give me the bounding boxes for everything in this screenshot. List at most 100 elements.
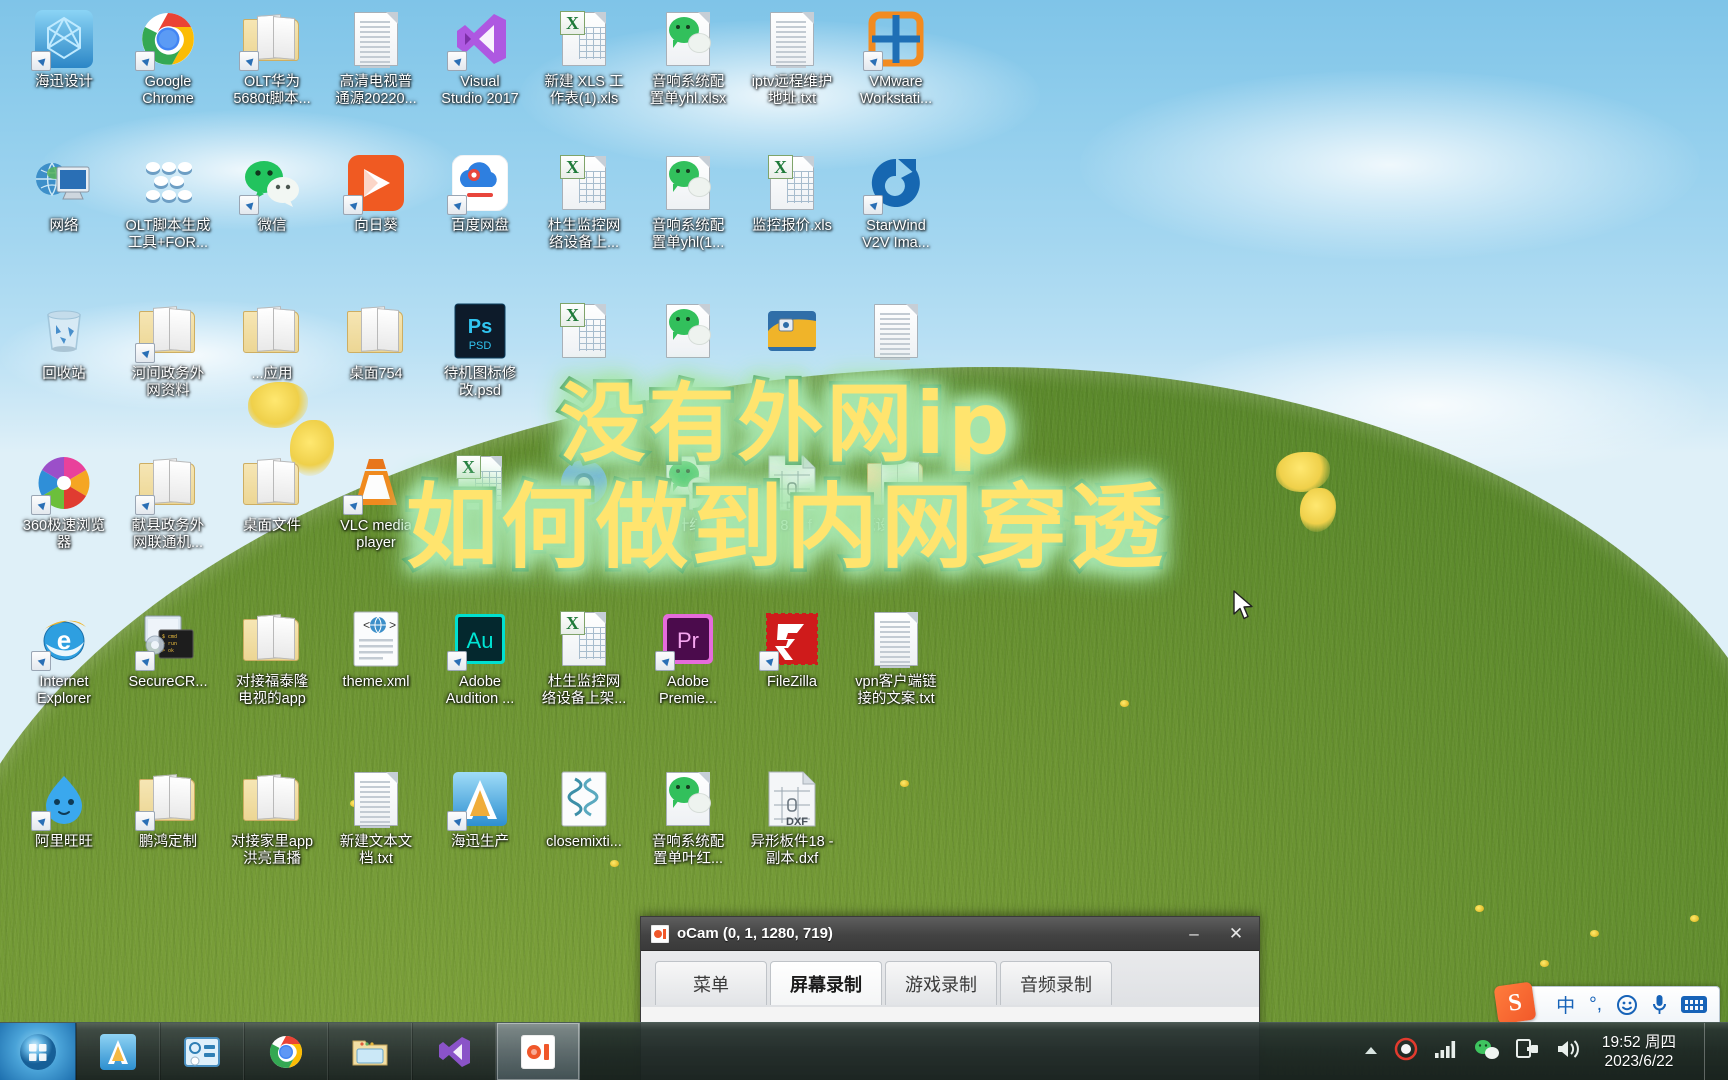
desktop-icon[interactable]: 概设备生...	[844, 452, 948, 535]
taskbar-clock[interactable]: 19:52 周四 2023/6/22	[1596, 1033, 1688, 1071]
desktop-icon[interactable]: X 杜生监控网 络设备上...	[532, 152, 636, 252]
desktop-icon-label: Google Chrome	[142, 74, 194, 107]
desktop-icon[interactable]: FileZilla	[740, 608, 844, 691]
sogou-ime-bar[interactable]: S 中 °,	[1493, 981, 1720, 1025]
ime-language-toggle[interactable]: 中	[1556, 991, 1575, 1018]
desktop-icon[interactable]	[636, 300, 740, 366]
desktop-icon-label: Adobe Premie...	[658, 674, 717, 707]
ocam-tab-bar[interactable]: 菜单 屏幕录制 游戏录制 音频录制	[641, 951, 1259, 1007]
ime-punctuation-toggle[interactable]: °,	[1589, 994, 1602, 1016]
close-button[interactable]: ✕	[1219, 922, 1253, 946]
desktop-icon[interactable]: vpn客户端链 接的文案.txt	[844, 608, 948, 708]
taskbar-ocam[interactable]	[496, 1023, 580, 1080]
doc-wechat-icon	[657, 768, 719, 830]
desktop-icon[interactable]: X 监控报价.xls	[740, 152, 844, 235]
taskbar[interactable]: 19:52 周四 2023/6/22	[0, 1022, 1728, 1080]
desktop-icon[interactable]: closemixti...	[532, 768, 636, 851]
desktop-icon[interactable]: $ cmd > run > ok SecureCR...	[116, 608, 220, 691]
desktop-icon[interactable]	[740, 300, 844, 366]
tab-game-record[interactable]: 游戏录制	[885, 961, 997, 1005]
minimize-button[interactable]: –	[1177, 922, 1211, 946]
app-360-icon	[31, 452, 95, 515]
desktop-icon[interactable]: e Internet Explorer	[12, 608, 116, 708]
sogou-logo-icon[interactable]: S	[1493, 981, 1537, 1025]
desktop-icon[interactable]: 微信	[220, 152, 324, 235]
desktop-icon[interactable]: X 新建 XLS 工作表(1).xls	[532, 8, 636, 108]
desktop-icon[interactable]: Ps PSD 待机图标修 改.psd	[428, 300, 532, 400]
taskbar-chrome[interactable]	[244, 1023, 328, 1080]
desktop-icon[interactable]: 回收站	[12, 300, 116, 383]
desktop-icon[interactable]: 对接家里app 洪亮直播	[220, 768, 324, 868]
tab-audio-record[interactable]: 音频录制	[1000, 961, 1112, 1005]
desktop-icon[interactable]: Pr Adobe Premie...	[636, 608, 740, 708]
desktop-icon[interactable]: OLT华为 5680t脚本...	[220, 8, 324, 108]
ocam-tray-icon[interactable]	[1394, 1037, 1418, 1066]
desktop-icon[interactable]: 阿里旺旺	[12, 768, 116, 851]
emoji-icon[interactable]	[1616, 994, 1638, 1016]
desktop-icon[interactable]: Visual Studio 2017	[428, 8, 532, 108]
desktop-icon[interactable]: X	[428, 452, 532, 518]
desktop-icon[interactable]: 百度网盘	[428, 152, 532, 235]
taskbar-buttons[interactable]	[76, 1023, 580, 1080]
desktop-icon[interactable]: 对接福泰隆 电视的app	[220, 608, 324, 708]
usb-device-icon[interactable]	[1515, 1038, 1540, 1065]
show-desktop-button[interactable]	[1704, 1023, 1720, 1080]
desktop-icon[interactable]: X	[532, 300, 636, 366]
network-signal-icon[interactable]	[1434, 1039, 1458, 1064]
desktop-icon[interactable]: Google Chrome	[116, 8, 220, 108]
desktop-icon[interactable]: 音响系统配 置单yhl(1...	[636, 152, 740, 252]
desktop-icon[interactable]: 桌面文件	[220, 452, 324, 535]
desktop-icon[interactable]: X 杜生监控网 络设备上架...	[532, 608, 636, 708]
desktop-icon[interactable]: < > theme.xml	[324, 608, 428, 691]
desktop-icon[interactable]: 海迅设计	[12, 8, 116, 91]
desktop-icon[interactable]	[532, 452, 636, 518]
app-recyclebin-icon	[33, 300, 95, 362]
start-button[interactable]	[0, 1023, 76, 1080]
desktop-icon[interactable]	[844, 300, 948, 366]
desktop-icon[interactable]: 新建文本文 档.txt	[324, 768, 428, 868]
desktop-icon[interactable]: 河间政务外 网资料	[116, 300, 220, 400]
desktop-icon[interactable]: 音响系统配 置单yhl.xlsx	[636, 8, 740, 108]
doc-notepad-icon	[865, 608, 927, 670]
desktop-icon[interactable]: 海迅生产	[428, 768, 532, 851]
desktop-icon[interactable]: OLT脚本生成 工具+FOR...	[116, 152, 220, 252]
desktop-icon[interactable]: iptv远程维护 地址.txt	[740, 8, 844, 108]
desktop-icon[interactable]: 网络	[12, 152, 116, 235]
show-hidden-icons-arrow[interactable]	[1364, 1043, 1378, 1061]
desktop-icon[interactable]: StarWind V2V Ima...	[844, 152, 948, 252]
ocam-titlebar[interactable]: oCam (0, 1, 1280, 719) – ✕	[641, 917, 1259, 951]
desktop-icon[interactable]: 360极速浏览器	[12, 452, 116, 552]
desktop-icon[interactable]: 音响系统配 置单叶红...	[636, 768, 740, 868]
desktop-icon-label: 新建 XLS 工作表(1).xls	[544, 74, 624, 107]
desktop-icon[interactable]: 鹏鸿定制	[116, 768, 220, 851]
desktop-icon[interactable]: ...应用	[220, 300, 324, 383]
doc-xls-icon: X	[449, 452, 511, 514]
desktop-icon[interactable]: 向日葵	[324, 152, 428, 235]
tab-menu[interactable]: 菜单	[655, 961, 767, 1005]
desktop-icon[interactable]: VMware Workstati...	[844, 8, 948, 108]
taskbar-olttool[interactable]	[160, 1023, 244, 1080]
desktop[interactable]: 海迅设计 Google Chrome OLT华为 5680t脚本... 高清电视普 通源20…	[0, 0, 1728, 1080]
desktop-icon[interactable]: Au Adobe Audition ...	[428, 608, 532, 708]
desktop-icon[interactable]: DXF 18.dxf	[740, 452, 844, 535]
app-baidupan-icon	[447, 152, 511, 215]
clock-time: 19:52 周四	[1601, 1033, 1676, 1051]
desktop-icon-label: StarWind V2V Ima...	[862, 218, 930, 251]
desktop-icon[interactable]: 桌面754	[324, 300, 428, 383]
tab-screen-record[interactable]: 屏幕录制	[770, 961, 882, 1005]
desktop-icon[interactable]: 高清电视普 通源20220...	[324, 8, 428, 108]
desktop-icon[interactable]: VLC media player	[324, 452, 428, 552]
volume-icon[interactable]	[1556, 1038, 1580, 1065]
desktop-icon[interactable]: 献县政务外 网联通机...	[116, 452, 220, 552]
shortcut-arrow-icon	[863, 51, 883, 71]
soft-keyboard-icon[interactable]	[1681, 996, 1707, 1013]
system-tray[interactable]: 19:52 周四 2023/6/22	[1346, 1023, 1728, 1080]
taskbar-explorer[interactable]	[328, 1023, 412, 1080]
app-olttool-icon	[137, 152, 199, 214]
taskbar-haixun[interactable]	[76, 1023, 160, 1080]
desktop-icon[interactable]: DXF 异形板件18 - 副本.dxf	[740, 768, 844, 868]
desktop-icon[interactable]: 置单叶红亮...	[636, 452, 740, 535]
microphone-icon[interactable]	[1652, 994, 1667, 1016]
wechat-tray-icon[interactable]	[1474, 1038, 1500, 1065]
taskbar-visual-studio[interactable]	[412, 1023, 496, 1080]
